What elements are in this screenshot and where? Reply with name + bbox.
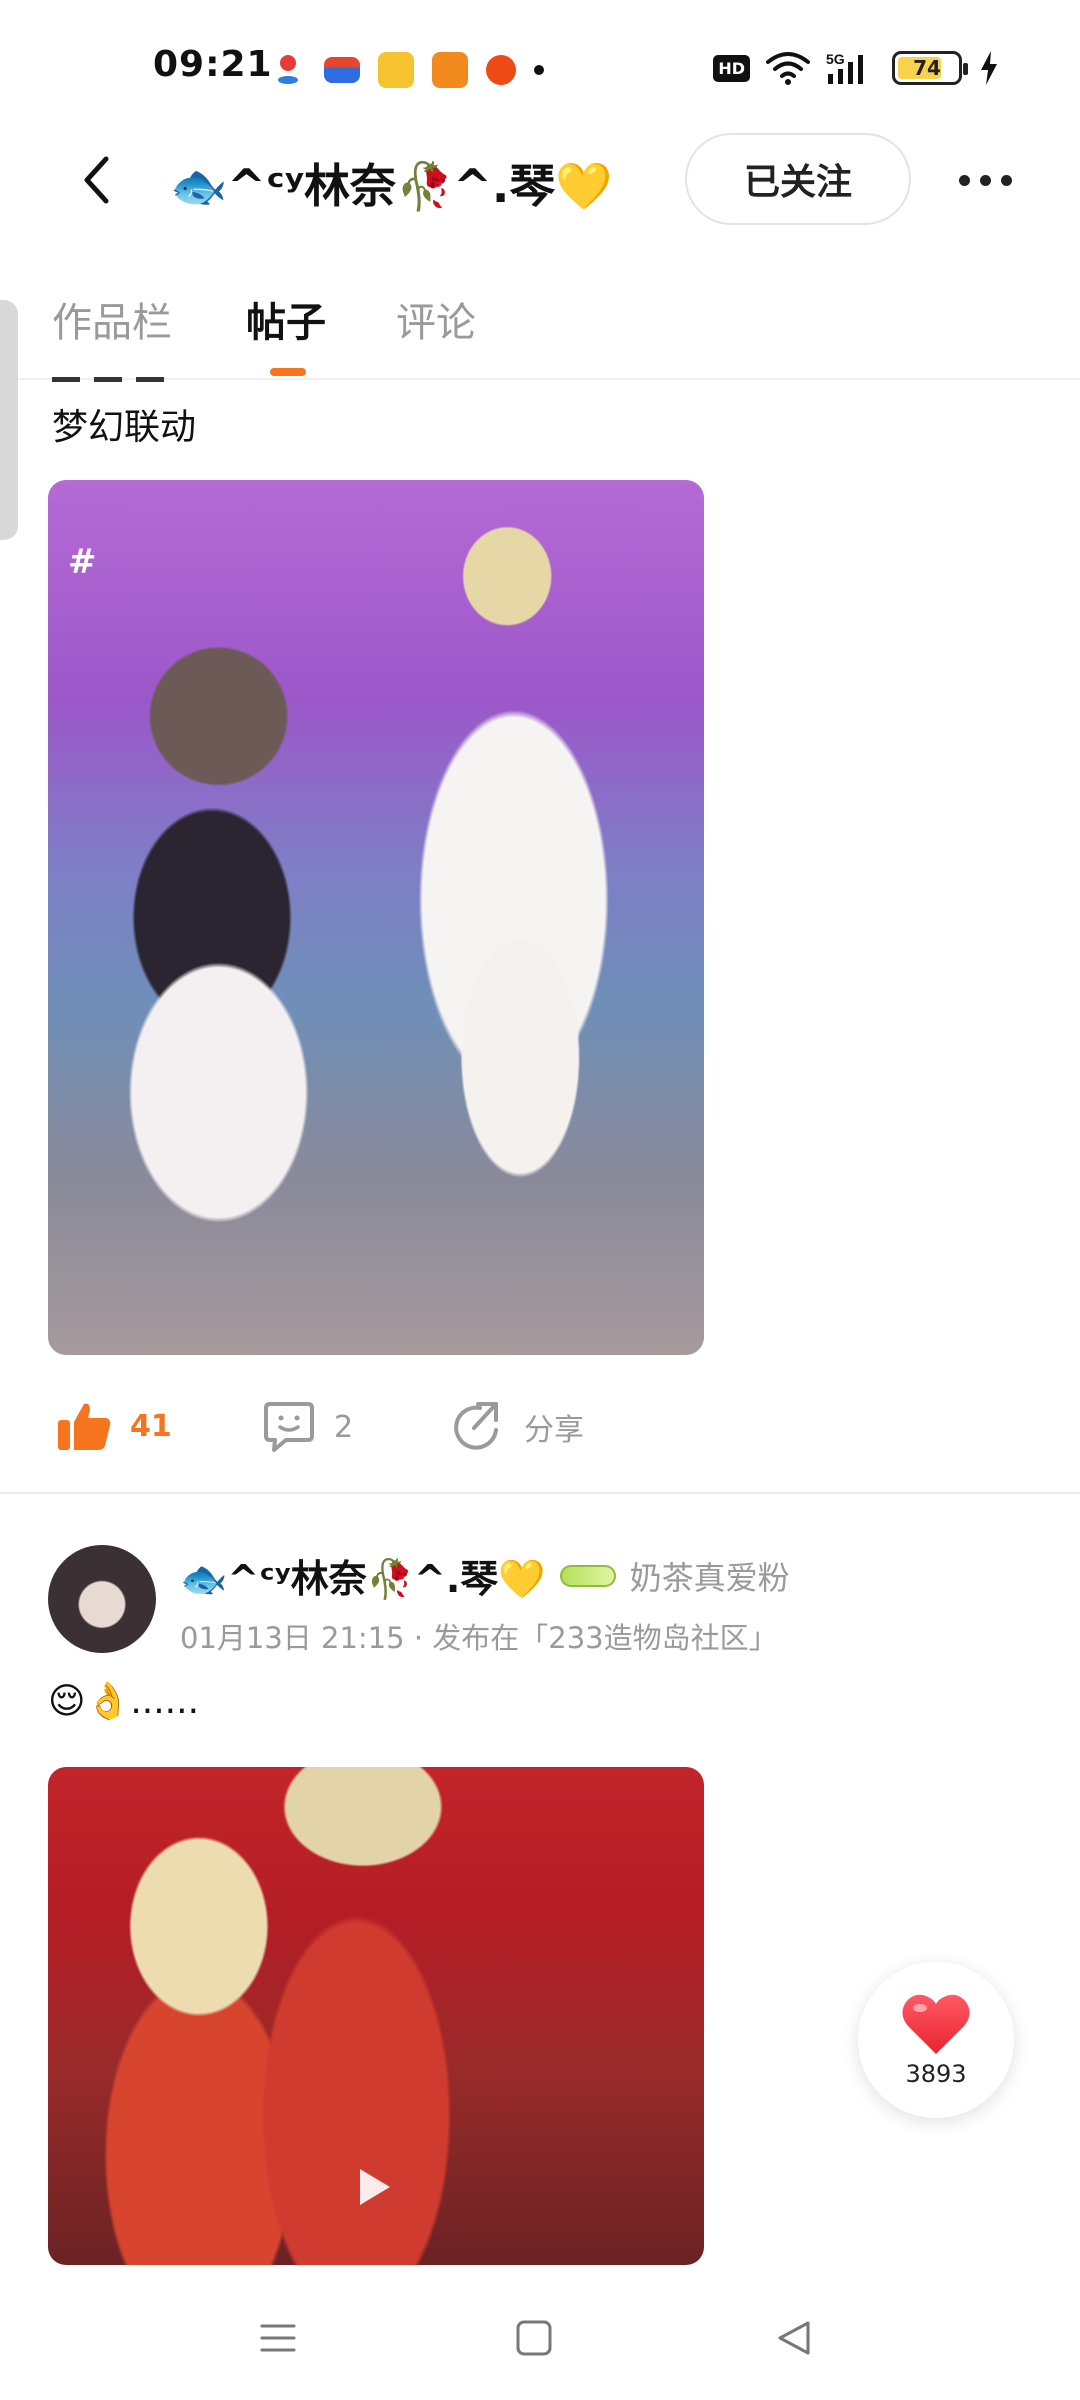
comment-count: 2 <box>334 1409 354 1445</box>
signal-5g-icon: 5G <box>826 51 863 84</box>
post-text: 😌👌...... <box>48 1681 200 1722</box>
thumbs-up-icon <box>58 1403 111 1450</box>
tab-posts[interactable]: 帖子 <box>246 290 326 348</box>
comment-button[interactable]: 2 <box>262 1400 353 1454</box>
active-tab-indicator <box>270 368 306 376</box>
like-count: 41 <box>130 1408 172 1444</box>
post-image[interactable]: # <box>48 480 704 1355</box>
fan-level-badge-icon <box>559 1564 616 1587</box>
post-text: 梦幻联动 <box>52 407 197 448</box>
back-nav-button[interactable] <box>764 2308 824 2368</box>
post-divider <box>0 1492 1080 1494</box>
system-navigation-bar <box>0 2268 1080 2400</box>
taobao-icon <box>486 55 516 85</box>
hd-badge: HD <box>713 54 750 82</box>
share-icon <box>454 1402 498 1450</box>
post-action-bar: 41 2 分享 <box>0 1380 1080 1480</box>
post-video-thumbnail[interactable] <box>48 1767 704 2265</box>
floating-like-button[interactable]: 3893 <box>858 1962 1014 2118</box>
share-button[interactable]: 分享 <box>452 1400 584 1454</box>
book-icon <box>378 52 414 88</box>
home-button[interactable] <box>504 2308 564 2368</box>
dot-icon <box>1000 174 1012 186</box>
notification-icons <box>270 52 544 88</box>
author-line: 🐟^ᶜʸ林奈🥀^.琴💛 奶茶真爱粉 <box>180 1548 790 1603</box>
status-time: 09:21 <box>153 44 273 85</box>
battery-level: 74 <box>913 56 941 80</box>
author-name[interactable]: 🐟^ᶜʸ林奈🥀^.琴💛 <box>180 1548 546 1603</box>
more-notifications-dot <box>534 65 544 75</box>
back-button[interactable] <box>66 150 126 210</box>
like-button[interactable]: 41 <box>56 1400 172 1452</box>
tab-works[interactable]: 作品栏 <box>52 290 172 348</box>
comment-bubble-icon <box>264 1402 314 1452</box>
more-options-button[interactable] <box>945 150 1025 210</box>
follow-button[interactable]: 已关注 <box>685 133 911 225</box>
charging-bolt-icon <box>981 51 997 85</box>
profile-tabs: 作品栏 帖子 评论 <box>0 270 1080 380</box>
author-avatar[interactable] <box>48 1545 156 1653</box>
profile-title: 🐟^ᶜʸ林奈🥀^.琴💛 <box>170 159 613 213</box>
dot-icon <box>979 174 991 186</box>
battery-icon: 74 <box>892 51 968 85</box>
svg-text:5G: 5G <box>826 51 845 67</box>
menu-lines-icon <box>260 2324 296 2352</box>
system-icons: HD 5G 74 <box>713 50 1000 86</box>
floating-like-count: 3893 <box>905 2060 967 2088</box>
dot-icon <box>958 174 970 186</box>
clipped-author-row <box>52 372 232 382</box>
status-bar: 09:21 HD 5G 74 <box>0 0 1080 140</box>
image-tag: # <box>68 542 97 582</box>
wifi-icon <box>766 52 810 85</box>
tab-comments[interactable]: 评论 <box>396 290 476 348</box>
chevron-left-icon <box>84 156 109 204</box>
post-meta: 01月13日 21:15 · 发布在「233造物岛社区」 <box>180 1621 778 1655</box>
mail-icon <box>324 57 360 83</box>
square-icon <box>516 2320 552 2356</box>
fan-title: 奶茶真爱粉 <box>629 1558 790 1597</box>
recent-apps-button[interactable] <box>248 2308 308 2368</box>
heart-icon <box>902 1994 970 2054</box>
share-label: 分享 <box>524 1413 584 1448</box>
profile-header: 🐟^ᶜʸ林奈🥀^.琴💛 已关注 <box>0 130 1080 234</box>
triangle-back-icon <box>778 2321 810 2355</box>
side-drawer-handle[interactable] <box>0 300 18 540</box>
map-icon <box>270 52 306 88</box>
play-icon <box>360 2169 390 2205</box>
fox-app-icon <box>432 52 468 88</box>
